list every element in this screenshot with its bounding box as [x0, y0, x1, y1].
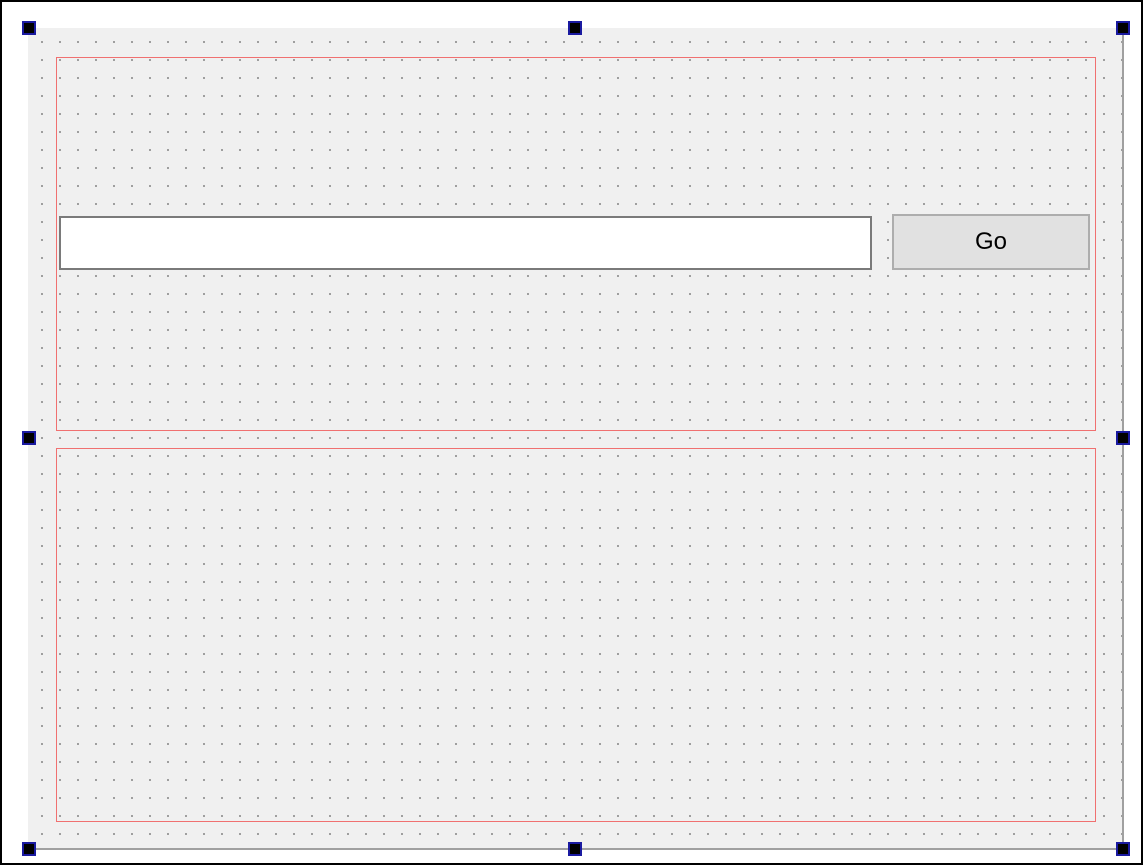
bottom-layout-container[interactable] — [56, 448, 1096, 822]
line-edit-input[interactable] — [59, 216, 872, 270]
resize-handle-top-left[interactable] — [22, 21, 36, 35]
go-button[interactable]: Go — [892, 214, 1090, 270]
resize-handle-top-right[interactable] — [1116, 21, 1130, 35]
resize-handle-top-center[interactable] — [568, 21, 582, 35]
resize-handle-bottom-center[interactable] — [568, 842, 582, 856]
resize-handle-bottom-left[interactable] — [22, 842, 36, 856]
designer-frame: Go — [0, 0, 1143, 865]
resize-handle-middle-left[interactable] — [22, 431, 36, 445]
resize-handle-middle-right[interactable] — [1116, 431, 1130, 445]
resize-handle-bottom-right[interactable] — [1116, 842, 1130, 856]
